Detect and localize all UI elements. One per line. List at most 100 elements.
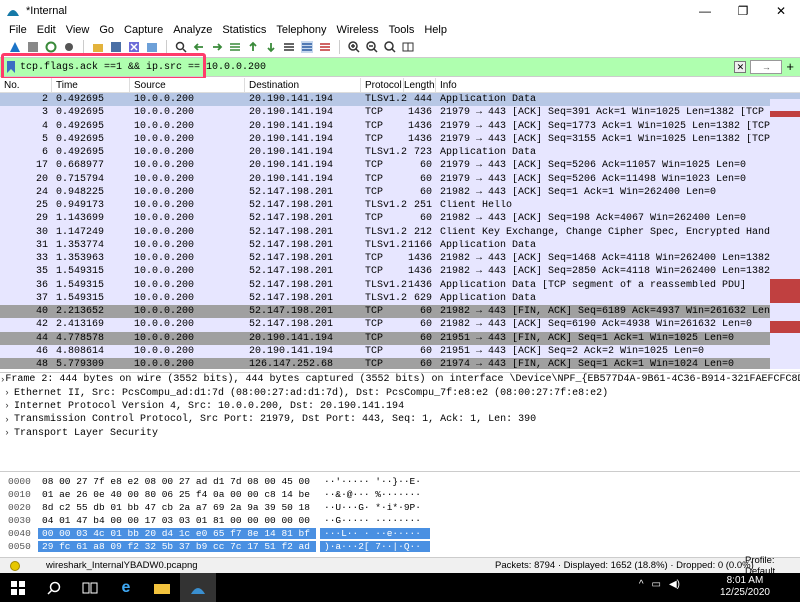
- expand-arrow-icon[interactable]: ›: [0, 415, 14, 425]
- maximize-button[interactable]: ❐: [724, 0, 762, 22]
- detail-tree-item[interactable]: › Frame 2: 444 bytes on wire (3552 bits),…: [0, 373, 800, 386]
- packet-row[interactable]: 17 0.668977 10.0.0.200 20.190.141.194 TCP 60 2…: [0, 159, 800, 173]
- menu-file[interactable]: File: [9, 24, 27, 36]
- byte-ascii[interactable]: ··'····· '··}··E·: [320, 476, 430, 487]
- minimize-button[interactable]: —: [686, 0, 724, 22]
- restart-capture-icon[interactable]: [44, 40, 58, 54]
- colorize-icon[interactable]: [300, 40, 314, 54]
- menu-view[interactable]: View: [66, 24, 90, 36]
- byte-row[interactable]: 0050 29 fc 61 a8 09 f2 32 5b 37 b9 cc 7c …: [0, 540, 800, 553]
- zoom-normal-icon[interactable]: [383, 40, 397, 54]
- col-destination[interactable]: Destination: [245, 78, 361, 93]
- expand-arrow-icon[interactable]: ›: [0, 388, 14, 398]
- close-file-icon[interactable]: [127, 40, 141, 54]
- packet-row[interactable]: 46 4.808614 10.0.0.200 20.190.141.194 TCP 60 2…: [0, 344, 800, 358]
- col-no[interactable]: No.: [0, 78, 52, 93]
- add-filter-button[interactable]: +: [786, 59, 794, 74]
- menu-analyze[interactable]: Analyze: [173, 24, 212, 36]
- go-to-packet-icon[interactable]: [228, 40, 242, 54]
- capture-options-icon[interactable]: [62, 40, 76, 54]
- menu-telephony[interactable]: Telephony: [276, 24, 326, 36]
- clear-filter-icon[interactable]: ✕: [734, 60, 747, 73]
- expand-arrow-icon[interactable]: ›: [0, 401, 14, 411]
- packet-row[interactable]: 40 2.213652 10.0.0.200 52.147.198.201 TCP 60 2…: [0, 305, 800, 319]
- detail-tree-item[interactable]: › Ethernet II, Src: PcsCompu_ad:d1:7d (08…: [0, 386, 800, 399]
- detail-tree-item[interactable]: › Internet Protocol Version 4, Src: 10.0.…: [0, 400, 800, 413]
- apply-filter-button[interactable]: →: [750, 59, 783, 74]
- packet-row[interactable]: 25 0.949173 10.0.0.200 52.147.198.201 TLSv1.…: [0, 199, 800, 213]
- packet-row[interactable]: 42 2.413169 10.0.0.200 52.147.198.201 TCP 60 2…: [0, 318, 800, 332]
- menu-edit[interactable]: Edit: [37, 24, 56, 36]
- go-first-icon[interactable]: [246, 40, 260, 54]
- go-forward-icon[interactable]: [210, 40, 224, 54]
- col-length[interactable]: Length: [404, 78, 436, 93]
- byte-row[interactable]: 0000 08 00 27 7f e8 e2 08 00 27 ad d1 7d …: [0, 475, 800, 488]
- zoom-out-icon[interactable]: [365, 40, 379, 54]
- resize-columns-icon[interactable]: [401, 40, 415, 54]
- packet-row[interactable]: 20 0.715794 10.0.0.200 20.190.141.194 TCP 60 2…: [0, 172, 800, 186]
- packet-row[interactable]: 36 1.549315 10.0.0.200 52.147.198.201 TLSv1.…: [0, 278, 800, 292]
- packet-row[interactable]: 44 4.778578 10.0.0.200 20.190.141.194 TCP 60 2…: [0, 331, 800, 345]
- taskbar-clock[interactable]: 8:01 AM 12/25/2020: [720, 575, 770, 599]
- packet-row[interactable]: 29 1.143699 10.0.0.200 52.147.198.201 TCP 60 2…: [0, 212, 800, 226]
- go-last-icon[interactable]: [264, 40, 278, 54]
- expand-arrow-icon[interactable]: ›: [0, 428, 14, 438]
- colorize-rules-icon[interactable]: [318, 40, 332, 54]
- byte-ascii[interactable]: )·a···2[ 7··|·Q··: [320, 541, 430, 552]
- col-info[interactable]: Info: [436, 78, 800, 93]
- search-taskbar-icon[interactable]: [36, 573, 72, 602]
- task-view-icon[interactable]: [72, 573, 108, 602]
- start-capture-icon[interactable]: [8, 40, 22, 54]
- packet-row[interactable]: 33 1.353963 10.0.0.200 52.147.198.201 TCP 143…: [0, 252, 800, 266]
- go-back-icon[interactable]: [192, 40, 206, 54]
- menu-help[interactable]: Help: [424, 24, 447, 36]
- chevron-up-icon[interactable]: ^: [639, 579, 644, 590]
- byte-row[interactable]: 0040 00 00 03 4c 01 bb 20 d4 1c e0 65 f7 …: [0, 527, 800, 540]
- find-packet-icon[interactable]: [174, 40, 188, 54]
- file-explorer-icon[interactable]: [144, 573, 180, 602]
- byte-row[interactable]: 0010 01 ae 26 0e 40 00 80 06 25 f4 0a 00 …: [0, 488, 800, 501]
- byte-hex[interactable]: 01 ae 26 0e 40 00 80 06 25 f4 0a 00 00 c…: [38, 489, 316, 500]
- byte-ascii[interactable]: ··U···G· *·i*·9P·: [320, 502, 430, 513]
- zoom-in-icon[interactable]: [347, 40, 361, 54]
- col-protocol[interactable]: Protocol: [361, 78, 404, 93]
- byte-ascii[interactable]: ··G····· ········: [320, 515, 430, 526]
- byte-hex[interactable]: 04 01 47 b4 00 00 17 03 03 01 81 00 00 0…: [38, 515, 316, 526]
- autoscroll-icon[interactable]: [282, 40, 296, 54]
- col-source[interactable]: Source: [130, 78, 245, 93]
- packet-row[interactable]: 6 0.492695 10.0.0.200 20.190.141.194 TLSv1.2…: [0, 146, 800, 160]
- wireshark-taskbar-icon[interactable]: [180, 573, 216, 602]
- detail-tree-item[interactable]: › Transport Layer Security: [0, 427, 800, 440]
- byte-ascii[interactable]: ··&·@··· %·······: [320, 489, 430, 500]
- byte-hex[interactable]: 29 fc 61 a8 09 f2 32 5b 37 b9 cc 7c 17 5…: [38, 541, 316, 552]
- byte-hex[interactable]: 08 00 27 7f e8 e2 08 00 27 ad d1 7d 08 0…: [38, 476, 316, 487]
- stop-capture-icon[interactable]: [26, 40, 40, 54]
- reload-file-icon[interactable]: [145, 40, 159, 54]
- packet-row[interactable]: 2 0.492695 10.0.0.200 20.190.141.194 TLSv1.2…: [0, 93, 800, 107]
- menu-go[interactable]: Go: [99, 24, 114, 36]
- packet-row[interactable]: 4 0.492695 10.0.0.200 20.190.141.194 TCP 1436…: [0, 119, 800, 133]
- packet-row[interactable]: 3 0.492695 10.0.0.200 20.190.141.194 TCP 1436…: [0, 106, 800, 120]
- network-icon[interactable]: ▭: [652, 579, 661, 590]
- col-time[interactable]: Time: [52, 78, 130, 93]
- detail-tree-item[interactable]: › Transmission Control Protocol, Src Port…: [0, 413, 800, 426]
- start-button[interactable]: [0, 573, 36, 602]
- packet-row[interactable]: 48 5.779309 10.0.0.200 126.147.252.68 TCP 60 2…: [0, 358, 800, 369]
- byte-row[interactable]: 0020 8d c2 55 db 01 bb 47 cb 2a a7 69 2a …: [0, 501, 800, 514]
- packet-minimap[interactable]: [770, 93, 800, 369]
- close-button[interactable]: ✕: [762, 0, 800, 22]
- packet-row[interactable]: 5 0.492695 10.0.0.200 20.190.141.194 TCP 1436…: [0, 132, 800, 146]
- byte-hex[interactable]: 8d c2 55 db 01 bb 47 cb 2a a7 69 2a 9a 3…: [38, 502, 316, 513]
- packet-row[interactable]: 30 1.147249 10.0.0.200 52.147.198.201 TLSv1.…: [0, 225, 800, 239]
- save-file-icon[interactable]: [109, 40, 123, 54]
- packet-row[interactable]: 24 0.948225 10.0.0.200 52.147.198.201 TCP 60 2…: [0, 185, 800, 199]
- menu-tools[interactable]: Tools: [389, 24, 415, 36]
- open-file-icon[interactable]: [91, 40, 105, 54]
- volume-icon[interactable]: ◀): [669, 579, 680, 590]
- menu-wireless[interactable]: Wireless: [337, 24, 379, 36]
- menu-capture[interactable]: Capture: [124, 24, 163, 36]
- internet-explorer-icon[interactable]: e: [108, 573, 144, 602]
- packet-row[interactable]: 31 1.353774 10.0.0.200 52.147.198.201 TLSv1.…: [0, 238, 800, 252]
- byte-ascii[interactable]: ···L·· · ··e·····: [320, 528, 430, 539]
- byte-row[interactable]: 0030 04 01 47 b4 00 00 17 03 03 01 81 00 …: [0, 514, 800, 527]
